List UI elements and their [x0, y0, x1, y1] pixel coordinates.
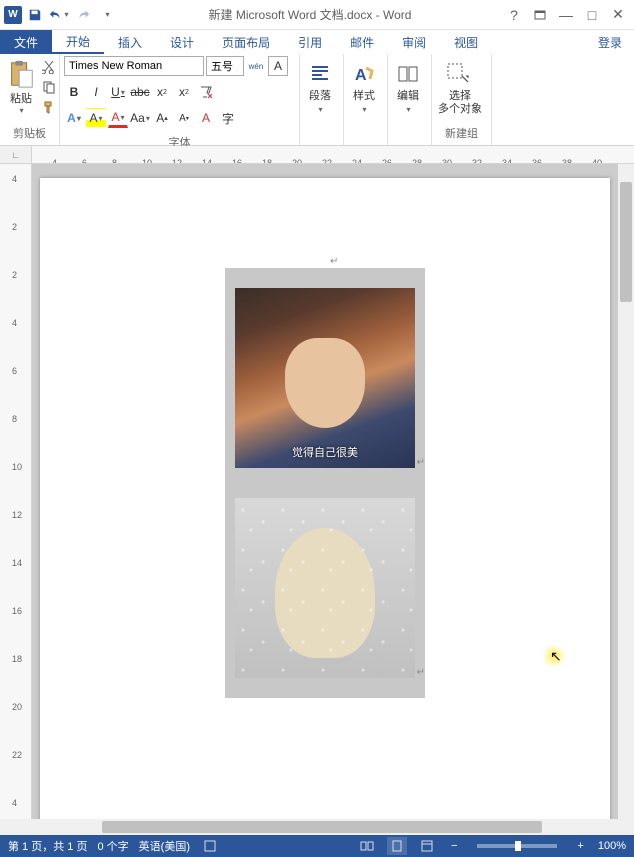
paste-icon	[6, 58, 36, 90]
group-editing: 编辑 ▾	[388, 54, 432, 145]
enclosed-char-button[interactable]: A	[196, 108, 216, 128]
ribbon-display-button[interactable]	[528, 4, 552, 26]
change-case-button[interactable]: Aa▾	[130, 108, 150, 128]
zoom-out-button[interactable]: −	[447, 840, 461, 852]
format-painter-button[interactable]	[40, 98, 58, 116]
group-styles: A 样式 ▾	[344, 54, 388, 145]
minimize-button[interactable]: —	[554, 4, 578, 26]
word-app-icon: W	[4, 6, 22, 24]
word-count[interactable]: 0 个字	[97, 838, 128, 854]
zoom-slider[interactable]	[477, 844, 557, 848]
copy-button[interactable]	[40, 78, 58, 96]
page-indicator[interactable]: 第 1 页，共 1 页	[8, 838, 87, 854]
styles-icon: A	[350, 60, 378, 88]
titlebar: W ▾ ▾ 新建 Microsoft Word 文档.docx - Word ?…	[0, 0, 634, 30]
styles-button[interactable]: A 样式 ▾	[348, 56, 380, 118]
scrollbar-horizontal-container	[0, 819, 634, 835]
close-button[interactable]: ✕	[606, 4, 630, 26]
ruler-vertical[interactable]: 422468101214161820224	[0, 164, 32, 819]
zoom-in-button[interactable]: +	[573, 840, 587, 852]
zoom-slider-thumb[interactable]	[515, 841, 521, 851]
phonetic-guide-button[interactable]: wén	[246, 56, 266, 76]
document-area: 422468101214161820224 ↵ 觉得自己很美 ↵	[0, 164, 634, 819]
paragraph-mark: ↵	[417, 667, 425, 678]
paragraph-mark: ↵	[330, 256, 338, 267]
scrollbar-thumb[interactable]	[102, 821, 542, 833]
highlight-button[interactable]: A▾	[86, 108, 106, 128]
document-scroll[interactable]: ↵ 觉得自己很美 ↵ ↵	[32, 164, 634, 819]
track-changes-icon[interactable]	[200, 837, 220, 855]
tab-home[interactable]: 开始	[52, 30, 104, 54]
help-button[interactable]: ?	[502, 4, 526, 26]
paragraph-button[interactable]: 段落 ▾	[304, 56, 336, 118]
ruler-horizontal[interactable]: ∟ 46810121416182022242628303234363840	[0, 146, 634, 164]
svg-text:A: A	[355, 67, 367, 84]
paragraph-mark: ↵	[417, 457, 425, 468]
web-layout-button[interactable]	[417, 837, 437, 855]
tab-layout[interactable]: 页面布局	[208, 30, 284, 54]
scrollbar-thumb[interactable]	[620, 182, 632, 302]
image-2[interactable]: ↵	[235, 498, 415, 678]
scrollbar-horizontal[interactable]	[32, 819, 634, 835]
zoom-level[interactable]: 100%	[598, 840, 626, 852]
group-font: wén A B I U▾ abc x2 x2 A▾ A▾ A▾ Aa▾ A▴ A…	[60, 54, 300, 145]
tab-references[interactable]: 引用	[284, 30, 336, 54]
redo-button[interactable]	[72, 4, 94, 26]
superscript-button[interactable]: x2	[174, 82, 194, 102]
tab-selector[interactable]: ∟	[0, 146, 32, 164]
font-color-button[interactable]: A▾	[108, 108, 128, 128]
ribbon: 粘贴 ▾ 剪贴板 wén A B I U▾ abc	[0, 54, 634, 146]
image-1[interactable]: 觉得自己很美 ↵	[235, 288, 415, 468]
select-objects-icon	[446, 60, 474, 88]
tab-review[interactable]: 审阅	[388, 30, 440, 54]
tab-mailings[interactable]: 邮件	[336, 30, 388, 54]
clipboard-group-label: 剪贴板	[4, 123, 55, 143]
tab-view[interactable]: 视图	[440, 30, 492, 54]
cut-button[interactable]	[40, 58, 58, 76]
font-size-input[interactable]	[206, 56, 244, 76]
paragraph-icon	[306, 60, 334, 88]
grow-font-button[interactable]: A▴	[152, 108, 172, 128]
statusbar: 第 1 页，共 1 页 0 个字 英语(美国) − + 100%	[0, 835, 634, 857]
language-indicator[interactable]: 英语(美国)	[139, 838, 190, 854]
tab-design[interactable]: 设计	[156, 30, 208, 54]
group-paragraph: 段落 ▾	[300, 54, 344, 145]
group-clipboard: 粘贴 ▾ 剪贴板	[0, 54, 60, 145]
image-1-caption: 觉得自己很美	[235, 444, 415, 460]
content-block: 觉得自己很美 ↵ ↵	[225, 268, 425, 698]
document-page[interactable]: ↵ 觉得自己很美 ↵ ↵	[40, 178, 610, 819]
subscript-button[interactable]: x2	[152, 82, 172, 102]
underline-button[interactable]: U▾	[108, 82, 128, 102]
clear-formatting-button[interactable]	[196, 82, 216, 102]
print-layout-button[interactable]	[387, 837, 407, 855]
qat-customize-button[interactable]: ▾	[96, 4, 118, 26]
strikethrough-button[interactable]: abc	[130, 82, 150, 102]
character-shading-button[interactable]: 字	[218, 108, 238, 128]
maximize-button[interactable]: □	[580, 4, 604, 26]
window-title: 新建 Microsoft Word 文档.docx - Word	[118, 6, 502, 23]
save-button[interactable]	[24, 4, 46, 26]
font-name-input[interactable]	[64, 56, 204, 76]
tab-file[interactable]: 文件	[0, 30, 52, 54]
scrollbar-vertical[interactable]	[618, 164, 634, 819]
editing-button[interactable]: 编辑 ▾	[392, 56, 424, 118]
ribbon-tabs: 文件 开始 插入 设计 页面布局 引用 邮件 审阅 视图 登录	[0, 30, 634, 54]
group-select-multiple: 选择 多个对象 新建组	[432, 54, 492, 145]
login-link[interactable]: 登录	[586, 30, 634, 54]
paste-label: 粘贴	[10, 90, 32, 106]
italic-button[interactable]: I	[86, 82, 106, 102]
tab-insert[interactable]: 插入	[104, 30, 156, 54]
bold-button[interactable]: B	[64, 82, 84, 102]
cursor-icon: ↖	[550, 648, 562, 665]
read-mode-button[interactable]	[357, 837, 377, 855]
paste-button[interactable]: 粘贴 ▾	[4, 56, 38, 117]
select-multiple-button[interactable]: 选择 多个对象	[436, 56, 484, 120]
select-group-label: 新建组	[436, 123, 487, 143]
undo-button[interactable]: ▾	[48, 4, 70, 26]
text-effects-button[interactable]: A▾	[64, 108, 84, 128]
character-border-button[interactable]: A	[268, 56, 288, 76]
find-icon	[394, 60, 422, 88]
shrink-font-button[interactable]: A▾	[174, 108, 194, 128]
